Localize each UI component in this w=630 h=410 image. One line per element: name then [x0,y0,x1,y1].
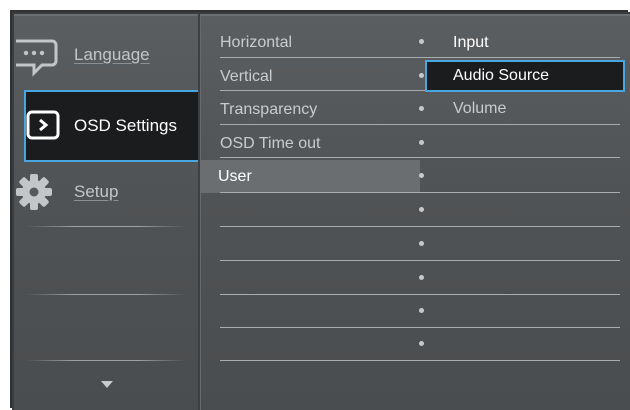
osd-menu: Language OSD Settings Setup Horizontal V… [12,12,630,410]
bullet-icon [419,173,424,178]
sidebar-item-label: Setup [74,182,119,201]
submenu: Horizontal Vertical Transparency OSD Tim… [200,14,620,410]
sidebar-item-language[interactable]: Language [14,20,197,90]
submenu-item-horizontal[interactable]: Horizontal [220,26,418,59]
bullet-icon [419,106,424,111]
sidebar-item-osd-settings[interactable]: OSD Settings [24,90,201,162]
option-audio-source[interactable]: Audio Source [425,60,625,92]
sidebar-item-label: Language [74,45,150,64]
sidebar-divider [26,226,186,227]
monitor-icon [24,104,68,148]
sidebar-divider [26,360,186,361]
bullet-icon [419,341,424,346]
sidebar: Language OSD Settings Setup [14,14,201,410]
sidebar-item-label: OSD Settings [74,116,177,135]
gear-icon [14,170,58,214]
bullet-icon [419,140,424,145]
submenu-item-osd-time-out[interactable]: OSD Time out [220,127,418,160]
sidebar-item-setup[interactable]: Setup [14,157,197,227]
option-input[interactable]: Input [429,28,627,58]
bullet-icon [419,241,424,246]
bullet-icon [419,73,424,78]
options-panel: Input Audio Source Volume [425,14,630,410]
bullet-icon [419,308,424,313]
bullet-icon [419,207,424,212]
submenu-item-transparency[interactable]: Transparency [220,93,418,126]
option-volume[interactable]: Volume [429,94,627,124]
down-arrow-icon[interactable] [101,381,113,388]
bullet-icon [419,39,424,44]
submenu-item-vertical[interactable]: Vertical [220,60,418,93]
speech-bubble-icon [14,33,58,77]
bullet-icon [419,275,424,280]
sidebar-divider [26,294,186,295]
submenu-item-user[interactable]: User [200,160,420,193]
